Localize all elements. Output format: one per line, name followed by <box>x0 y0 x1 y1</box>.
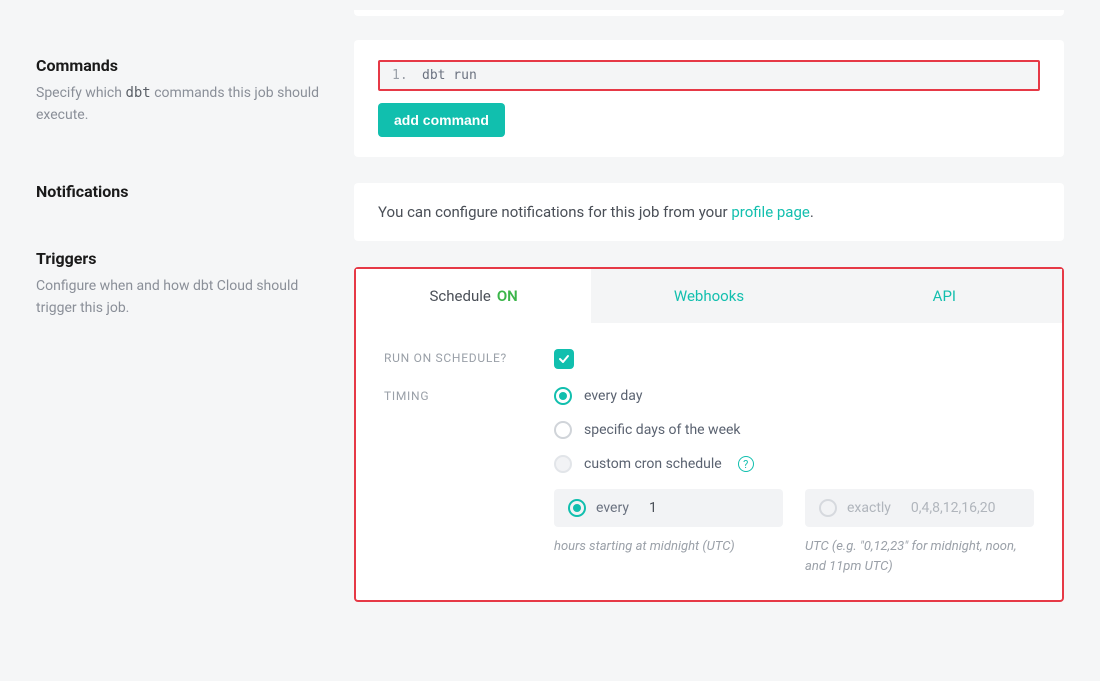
triggers-tabs: ScheduleON Webhooks API <box>356 269 1062 323</box>
run-on-schedule-checkbox[interactable] <box>554 349 574 369</box>
radio-icon <box>554 387 572 405</box>
command-index: 1. <box>392 68 422 83</box>
interval-exactly-placeholder: 0,4,8,12,16,20 <box>911 500 996 516</box>
run-on-schedule-label: Run on schedule? <box>384 349 554 369</box>
interval-every-box[interactable]: every 1 <box>554 489 783 527</box>
commands-heading: Commands <box>36 56 326 75</box>
notifications-heading: Notifications <box>36 182 326 201</box>
profile-page-link[interactable]: profile page <box>731 203 810 221</box>
notifications-text: You can configure notifications for this… <box>378 203 1040 221</box>
interval-exactly-box[interactable]: exactly 0,4,8,12,16,20 <box>805 489 1034 527</box>
tab-schedule[interactable]: ScheduleON <box>356 269 591 323</box>
radio-icon <box>554 455 572 473</box>
commands-card: 1. dbt run add command <box>354 40 1064 157</box>
command-row[interactable]: 1. dbt run <box>380 62 1038 89</box>
triggers-card: ScheduleON Webhooks API Run on schedule?… <box>354 267 1064 602</box>
timing-option-custom-cron[interactable]: custom cron schedule ? <box>554 455 1034 473</box>
commands-desc: Specify which dbt commands this job shou… <box>36 83 326 126</box>
radio-icon <box>554 421 572 439</box>
command-list-highlight: 1. dbt run <box>378 60 1040 91</box>
previous-card-bottom <box>354 10 1064 16</box>
radio-icon <box>568 499 586 517</box>
interval-every-hint: hours starting at midnight (UTC) <box>554 537 783 576</box>
help-icon[interactable]: ? <box>738 456 754 472</box>
add-command-button[interactable]: add command <box>378 103 505 137</box>
notifications-card: You can configure notifications for this… <box>354 183 1064 241</box>
command-text: dbt run <box>422 68 477 83</box>
timing-label: Timing <box>384 387 554 576</box>
timing-option-specific-days[interactable]: specific days of the week <box>554 421 1034 439</box>
radio-icon <box>819 499 837 517</box>
triggers-heading: Triggers <box>36 249 326 268</box>
triggers-desc: Configure when and how dbt Cloud should … <box>36 276 326 319</box>
timing-option-every-day[interactable]: every day <box>554 387 1034 405</box>
tab-api[interactable]: API <box>827 269 1062 323</box>
check-icon <box>558 353 570 365</box>
interval-exactly-hint: UTC (e.g. "0,12,23" for midnight, noon, … <box>805 537 1034 576</box>
interval-every-value[interactable]: 1 <box>649 500 657 516</box>
tab-webhooks[interactable]: Webhooks <box>591 269 826 323</box>
